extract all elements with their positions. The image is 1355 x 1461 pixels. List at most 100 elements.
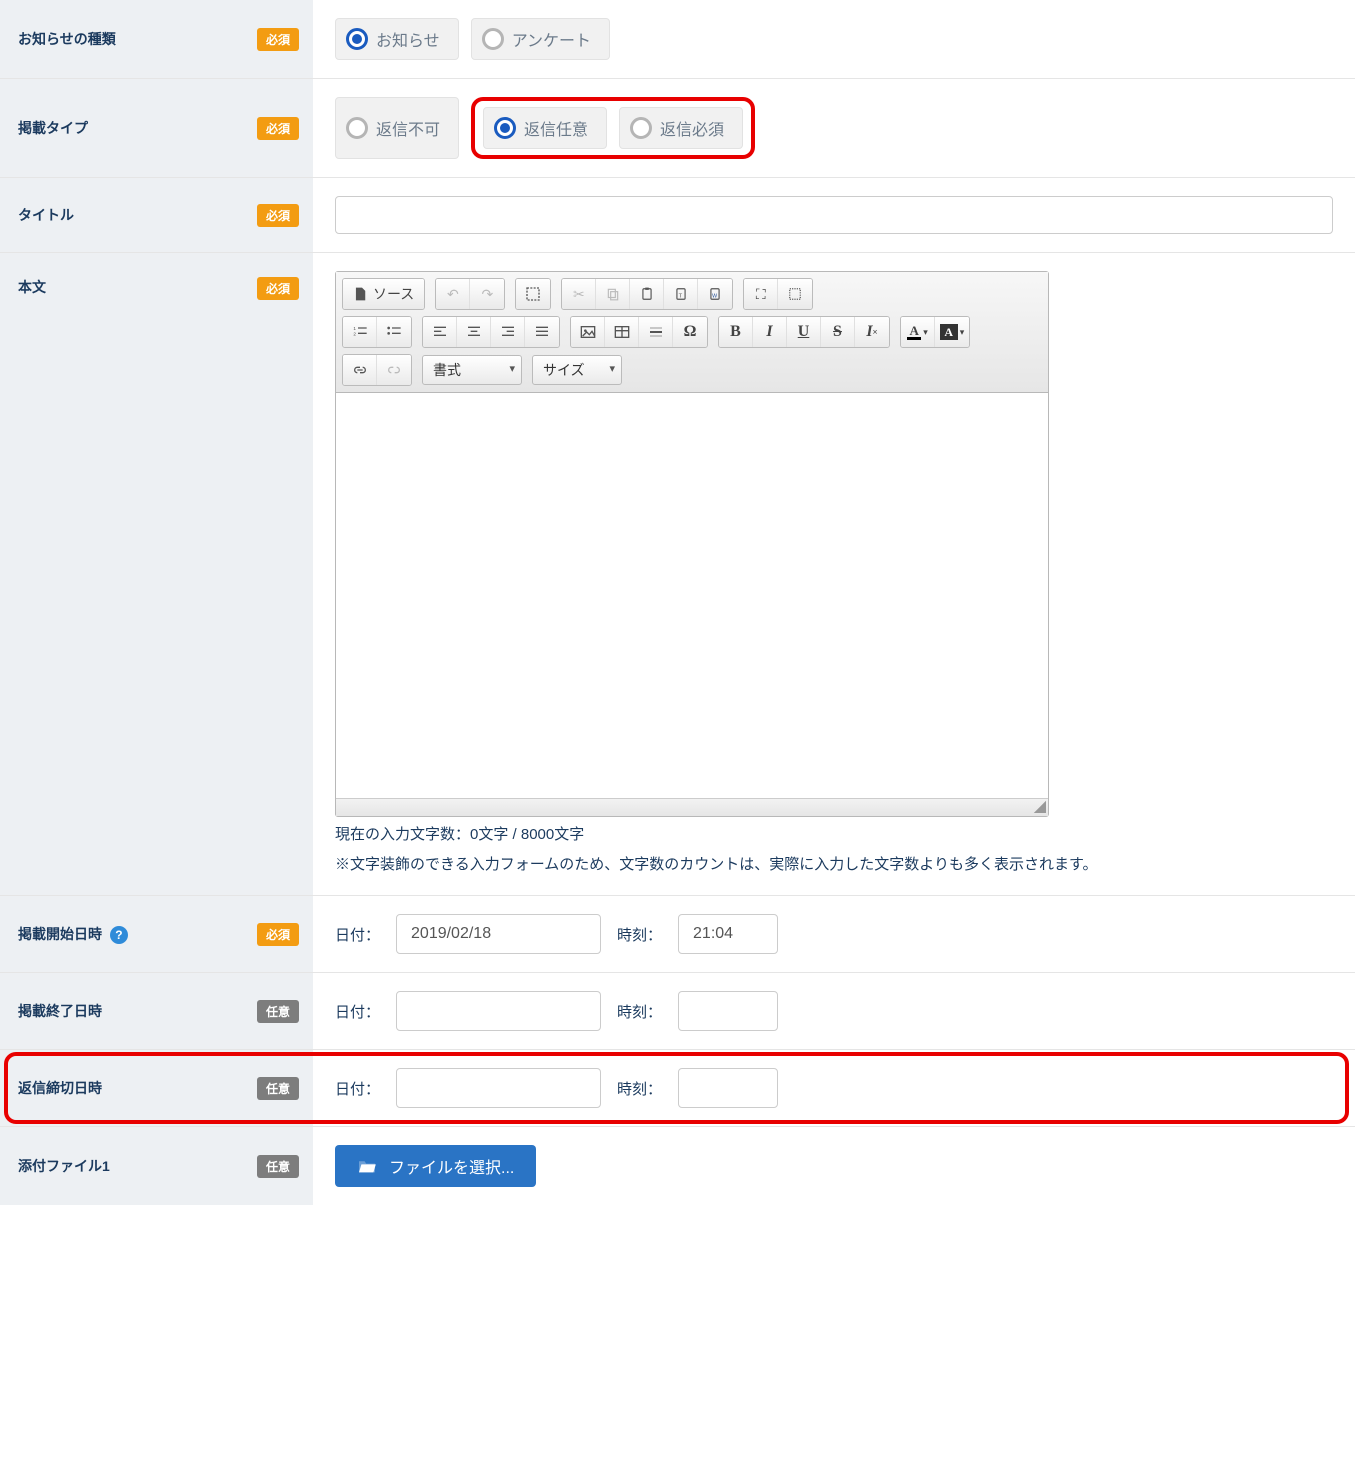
label-end-date: 掲載終了日時 任意 <box>0 973 313 1049</box>
radio-notice[interactable]: お知らせ <box>335 18 459 60</box>
radio-no-reply[interactable]: 返信不可 <box>335 97 459 159</box>
file-select-button[interactable]: ファイルを選択... <box>335 1145 536 1187</box>
copy-icon <box>606 287 620 301</box>
tb-group-align <box>422 316 560 348</box>
radio-icon <box>494 117 516 139</box>
source-label: ソース <box>373 284 414 304</box>
text-color-button[interactable]: A ▾ <box>901 317 935 347</box>
image-button[interactable] <box>571 317 605 347</box>
label-reply-deadline: 返信締切日時 任意 <box>0 1050 313 1126</box>
bg-color-button[interactable]: A ▾ <box>935 317 969 347</box>
reply-deadline-fields: 日付： 時刻： <box>335 1068 778 1108</box>
radio-reply-optional[interactable]: 返信任意 <box>483 107 607 149</box>
radio-label: 返信必須 <box>660 116 724 140</box>
paste-word-button[interactable]: W <box>698 279 732 309</box>
char-count: 現在の入力文字数：0文字 / 8000文字 <box>335 823 584 847</box>
align-left-button[interactable] <box>423 317 457 347</box>
end-time-input[interactable] <box>678 991 778 1031</box>
rich-text-editor: ソース ↶ ↷ ✂ <box>335 271 1049 817</box>
format-select[interactable]: 書式 <box>422 355 522 385</box>
label-body-text: 本文 <box>18 277 46 297</box>
paste-button[interactable] <box>630 279 664 309</box>
align-justify-button[interactable] <box>525 317 559 347</box>
table-icon <box>614 325 630 339</box>
align-right-button[interactable] <box>491 317 525 347</box>
link-button[interactable] <box>343 355 377 385</box>
tb-group-selectall <box>515 278 551 310</box>
reply-time-input[interactable] <box>678 1068 778 1108</box>
tb-group-insert: Ω <box>570 316 708 348</box>
paste-text-button[interactable]: T <box>664 279 698 309</box>
radio-icon <box>346 28 368 50</box>
cut-button[interactable]: ✂ <box>562 279 596 309</box>
reply-date-input[interactable] <box>396 1068 601 1108</box>
align-center-icon <box>466 324 482 340</box>
copy-button[interactable] <box>596 279 630 309</box>
editor-toolbar: ソース ↶ ↷ ✂ <box>336 272 1048 393</box>
unlink-button[interactable] <box>377 355 411 385</box>
svg-text:W: W <box>712 294 717 300</box>
label-title-text: タイトル <box>18 205 74 225</box>
radio-group-post-type: 返信不可 返信任意 返信必須 <box>335 97 755 159</box>
align-center-button[interactable] <box>457 317 491 347</box>
table-button[interactable] <box>605 317 639 347</box>
toolbar-row-1: ソース ↶ ↷ ✂ <box>342 278 1042 310</box>
ul-icon <box>386 324 402 340</box>
radio-survey[interactable]: アンケート <box>471 18 610 60</box>
date-label: 日付： <box>335 1078 380 1099</box>
radio-icon <box>346 117 368 139</box>
badge-optional: 任意 <box>257 1155 299 1178</box>
strike-button[interactable]: S <box>821 317 855 347</box>
control-start-date: 日付： 時刻： <box>313 896 1355 972</box>
badge-required: 必須 <box>257 28 299 51</box>
start-time-input[interactable] <box>678 914 778 954</box>
tb-group-color: A ▾ A ▾ <box>900 316 970 348</box>
radio-reply-required[interactable]: 返信必須 <box>619 107 743 149</box>
radio-label: お知らせ <box>376 27 440 51</box>
hr-button[interactable] <box>639 317 673 347</box>
unlink-icon <box>386 364 402 376</box>
control-reply-deadline: 日付： 時刻： <box>313 1050 1355 1126</box>
row-type: お知らせの種類 必須 お知らせ アンケート <box>0 0 1355 79</box>
highlight-reply-options: 返信任意 返信必須 <box>471 97 755 159</box>
special-char-button[interactable]: Ω <box>673 317 707 347</box>
time-label: 時刻： <box>617 924 662 945</box>
redo-button[interactable]: ↷ <box>470 279 504 309</box>
title-input[interactable] <box>335 196 1333 234</box>
radio-icon <box>630 117 652 139</box>
italic-button[interactable]: I <box>753 317 787 347</box>
start-date-input[interactable] <box>396 914 601 954</box>
underline-button[interactable]: U <box>787 317 821 347</box>
selectall-icon <box>525 286 541 302</box>
char-count-note: ※文字装飾のできる入力フォームのため、文字数のカウントは、実際に入力した文字数よ… <box>335 853 1097 877</box>
tb-group-link <box>342 354 412 386</box>
start-date-fields: 日付： 時刻： <box>335 914 778 954</box>
showblocks-button[interactable] <box>778 279 812 309</box>
bold-button[interactable]: B <box>719 317 753 347</box>
date-label: 日付： <box>335 924 380 945</box>
tb-group-maximize: ⛶ <box>743 278 813 310</box>
control-body: ソース ↶ ↷ ✂ <box>313 253 1355 895</box>
editor-resize-handle[interactable]: ◢ <box>336 798 1048 816</box>
svg-text:1: 1 <box>353 326 356 331</box>
end-date-fields: 日付： 時刻： <box>335 991 778 1031</box>
editor-content[interactable] <box>336 393 1048 798</box>
hr-icon <box>648 324 664 340</box>
radio-label: 返信不可 <box>376 116 440 140</box>
selectall-button[interactable] <box>516 279 550 309</box>
source-button[interactable]: ソース <box>343 279 424 309</box>
row-file1: 添付ファイル1 任意 ファイルを選択... <box>0 1127 1355 1205</box>
size-select[interactable]: サイズ <box>532 355 622 385</box>
bullet-list-button[interactable] <box>377 317 411 347</box>
end-date-input[interactable] <box>396 991 601 1031</box>
badge-required: 必須 <box>257 277 299 300</box>
numbered-list-button[interactable]: 12 <box>343 317 377 347</box>
ol-icon: 12 <box>352 324 368 340</box>
link-icon <box>352 364 368 376</box>
label-title: タイトル 必須 <box>0 178 313 252</box>
undo-button[interactable]: ↶ <box>436 279 470 309</box>
help-icon[interactable]: ? <box>110 926 128 944</box>
remove-format-button[interactable]: I× <box>855 317 889 347</box>
maximize-button[interactable]: ⛶ <box>744 279 778 309</box>
label-file1: 添付ファイル1 任意 <box>0 1127 313 1205</box>
